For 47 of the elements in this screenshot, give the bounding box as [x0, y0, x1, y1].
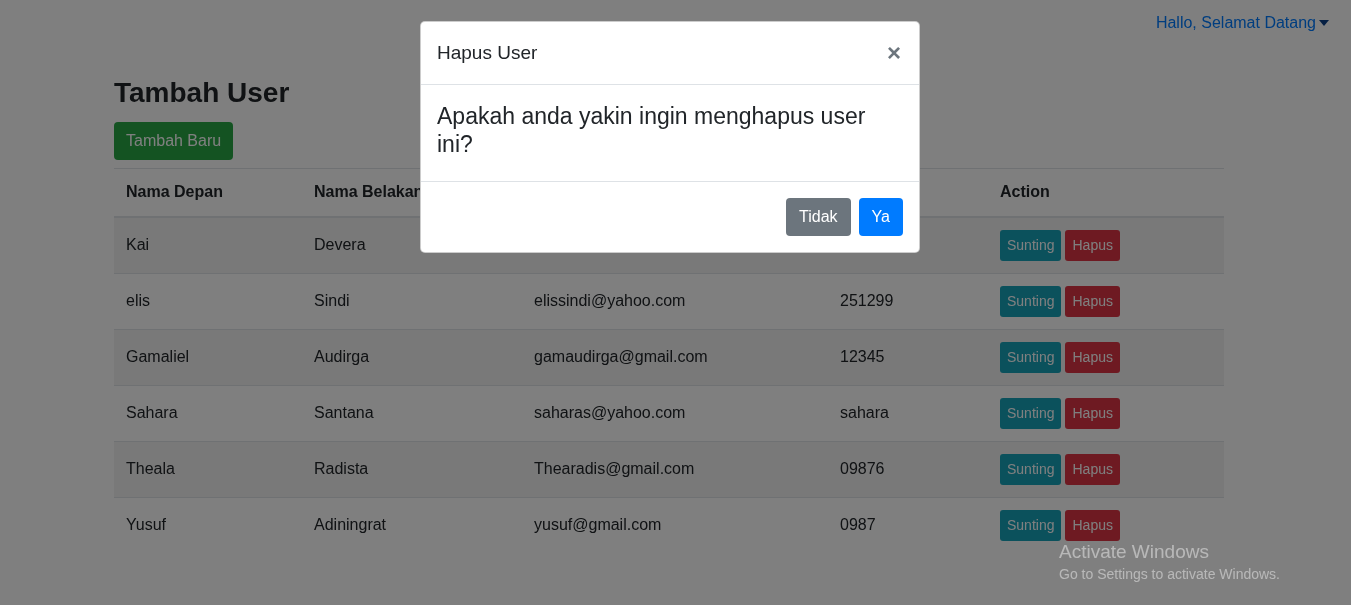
table-cell: 0987	[840, 516, 876, 534]
close-button[interactable]: ×	[885, 39, 903, 67]
user-menu[interactable]: Hallo, Selamat Datang	[1155, 10, 1329, 36]
column-header: Action	[1000, 183, 1050, 201]
delete-button[interactable]: Hapus	[1065, 229, 1120, 261]
table-cell: Yusuf	[126, 516, 167, 534]
table-cell: Radista	[314, 460, 369, 478]
edit-button[interactable]: Sunting	[1000, 397, 1062, 429]
delete-button[interactable]: Hapus	[1065, 397, 1120, 429]
table-cell: elissindi@yahoo.com	[534, 292, 686, 310]
table-cell: Kai	[126, 236, 150, 254]
delete-button[interactable]: Hapus	[1065, 509, 1120, 541]
column-header: Nama Depan	[126, 183, 223, 201]
activation-notice-title: Activate Windows	[1059, 541, 1210, 563]
table-cell: Santana	[314, 404, 374, 422]
table-cell: Adiningrat	[314, 516, 387, 534]
confirm-button[interactable]: Ya	[858, 198, 903, 236]
edit-button[interactable]: Sunting	[1000, 229, 1062, 261]
modal-title: Hapus User	[437, 42, 538, 64]
delete-button[interactable]: Hapus	[1065, 453, 1120, 485]
table-cell: 09876	[840, 460, 885, 478]
modal-message: Apakah anda yakin ingin menghapus user ini?	[437, 103, 867, 159]
table-cell: 12345	[840, 348, 885, 366]
cancel-button[interactable]: Tidak	[786, 198, 851, 236]
table-cell: Sahara	[126, 404, 178, 422]
page-title: Tambah User	[114, 76, 291, 110]
table-cell: saharas@yahoo.com	[534, 404, 686, 422]
table-cell: Gamaliel	[126, 348, 190, 366]
table-cell: Thearadis@gmail.com	[534, 460, 695, 478]
table-cell: gamaudirga@gmail.com	[534, 348, 708, 366]
delete-button[interactable]: Hapus	[1065, 341, 1120, 373]
delete-button[interactable]: Hapus	[1065, 285, 1120, 317]
table-cell: elis	[126, 292, 150, 310]
table-cell: Audirga	[314, 348, 370, 366]
table-cell: Devera	[314, 236, 366, 254]
activation-notice-text: Go to Settings to activate Windows.	[1059, 566, 1280, 582]
table-cell: Sindi	[314, 292, 350, 310]
edit-button[interactable]: Sunting	[1000, 285, 1062, 317]
table-cell: 251299	[840, 292, 894, 310]
table-cell: yusuf@gmail.com	[534, 516, 662, 534]
edit-button[interactable]: Sunting	[1000, 453, 1062, 485]
edit-button[interactable]: Sunting	[1000, 341, 1062, 373]
add-button[interactable]: Tambah Baru	[114, 121, 234, 160]
caret-icon	[1319, 20, 1329, 26]
edit-button[interactable]: Sunting	[1000, 509, 1062, 541]
table-cell: sahara	[840, 404, 889, 422]
table-cell: Theala	[126, 460, 175, 478]
